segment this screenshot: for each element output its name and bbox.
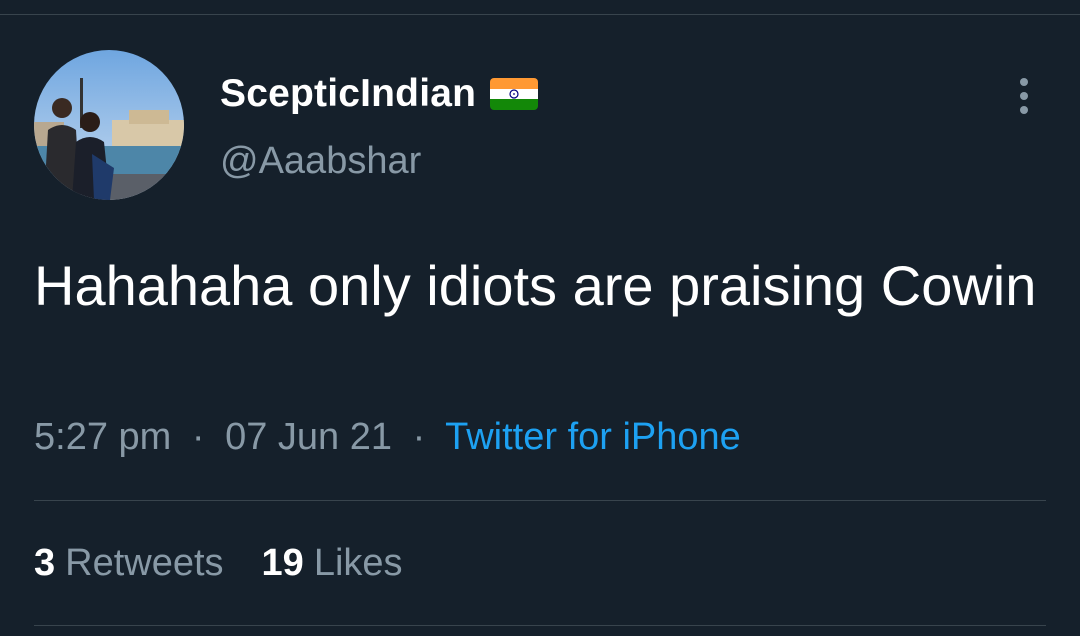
tweet-stats: 3 Retweets 19 Likes <box>34 542 441 585</box>
likes-count: 19 <box>261 542 304 584</box>
tweet-time[interactable]: 5:27 pm <box>34 416 171 458</box>
retweets-count: 3 <box>34 542 56 584</box>
more-dot <box>1020 78 1028 86</box>
tweet-date[interactable]: 07 Jun 21 <box>225 416 392 458</box>
tweet-text: Hahahaha only idiots are praising Cowin <box>34 254 1037 317</box>
more-dot <box>1020 106 1028 114</box>
meta-separator: · <box>412 416 426 458</box>
india-flag-icon <box>490 78 539 110</box>
more-dot <box>1020 92 1028 100</box>
tweet-source-link[interactable]: Twitter for iPhone <box>445 416 741 458</box>
retweets-label: Retweets <box>65 542 224 584</box>
stats-divider <box>34 500 1046 501</box>
more-options-button[interactable] <box>1006 74 1042 118</box>
likes-label: Likes <box>313 542 403 584</box>
likes-stat[interactable]: 19 Likes <box>262 542 403 585</box>
top-divider <box>0 14 1080 15</box>
user-handle[interactable]: @Aaabshar <box>220 140 421 183</box>
display-name[interactable]: ScepticIndian <box>220 72 476 116</box>
retweets-stat[interactable]: 3 Retweets <box>34 542 224 585</box>
tweet-meta: 5:27 pm · 07 Jun 21 · Twitter for iPhone <box>34 416 741 459</box>
user-header: ScepticIndian <box>220 70 539 118</box>
avatar-photo <box>34 50 184 200</box>
bottom-divider <box>34 625 1046 626</box>
avatar[interactable] <box>34 50 184 200</box>
meta-separator: · <box>191 416 205 458</box>
